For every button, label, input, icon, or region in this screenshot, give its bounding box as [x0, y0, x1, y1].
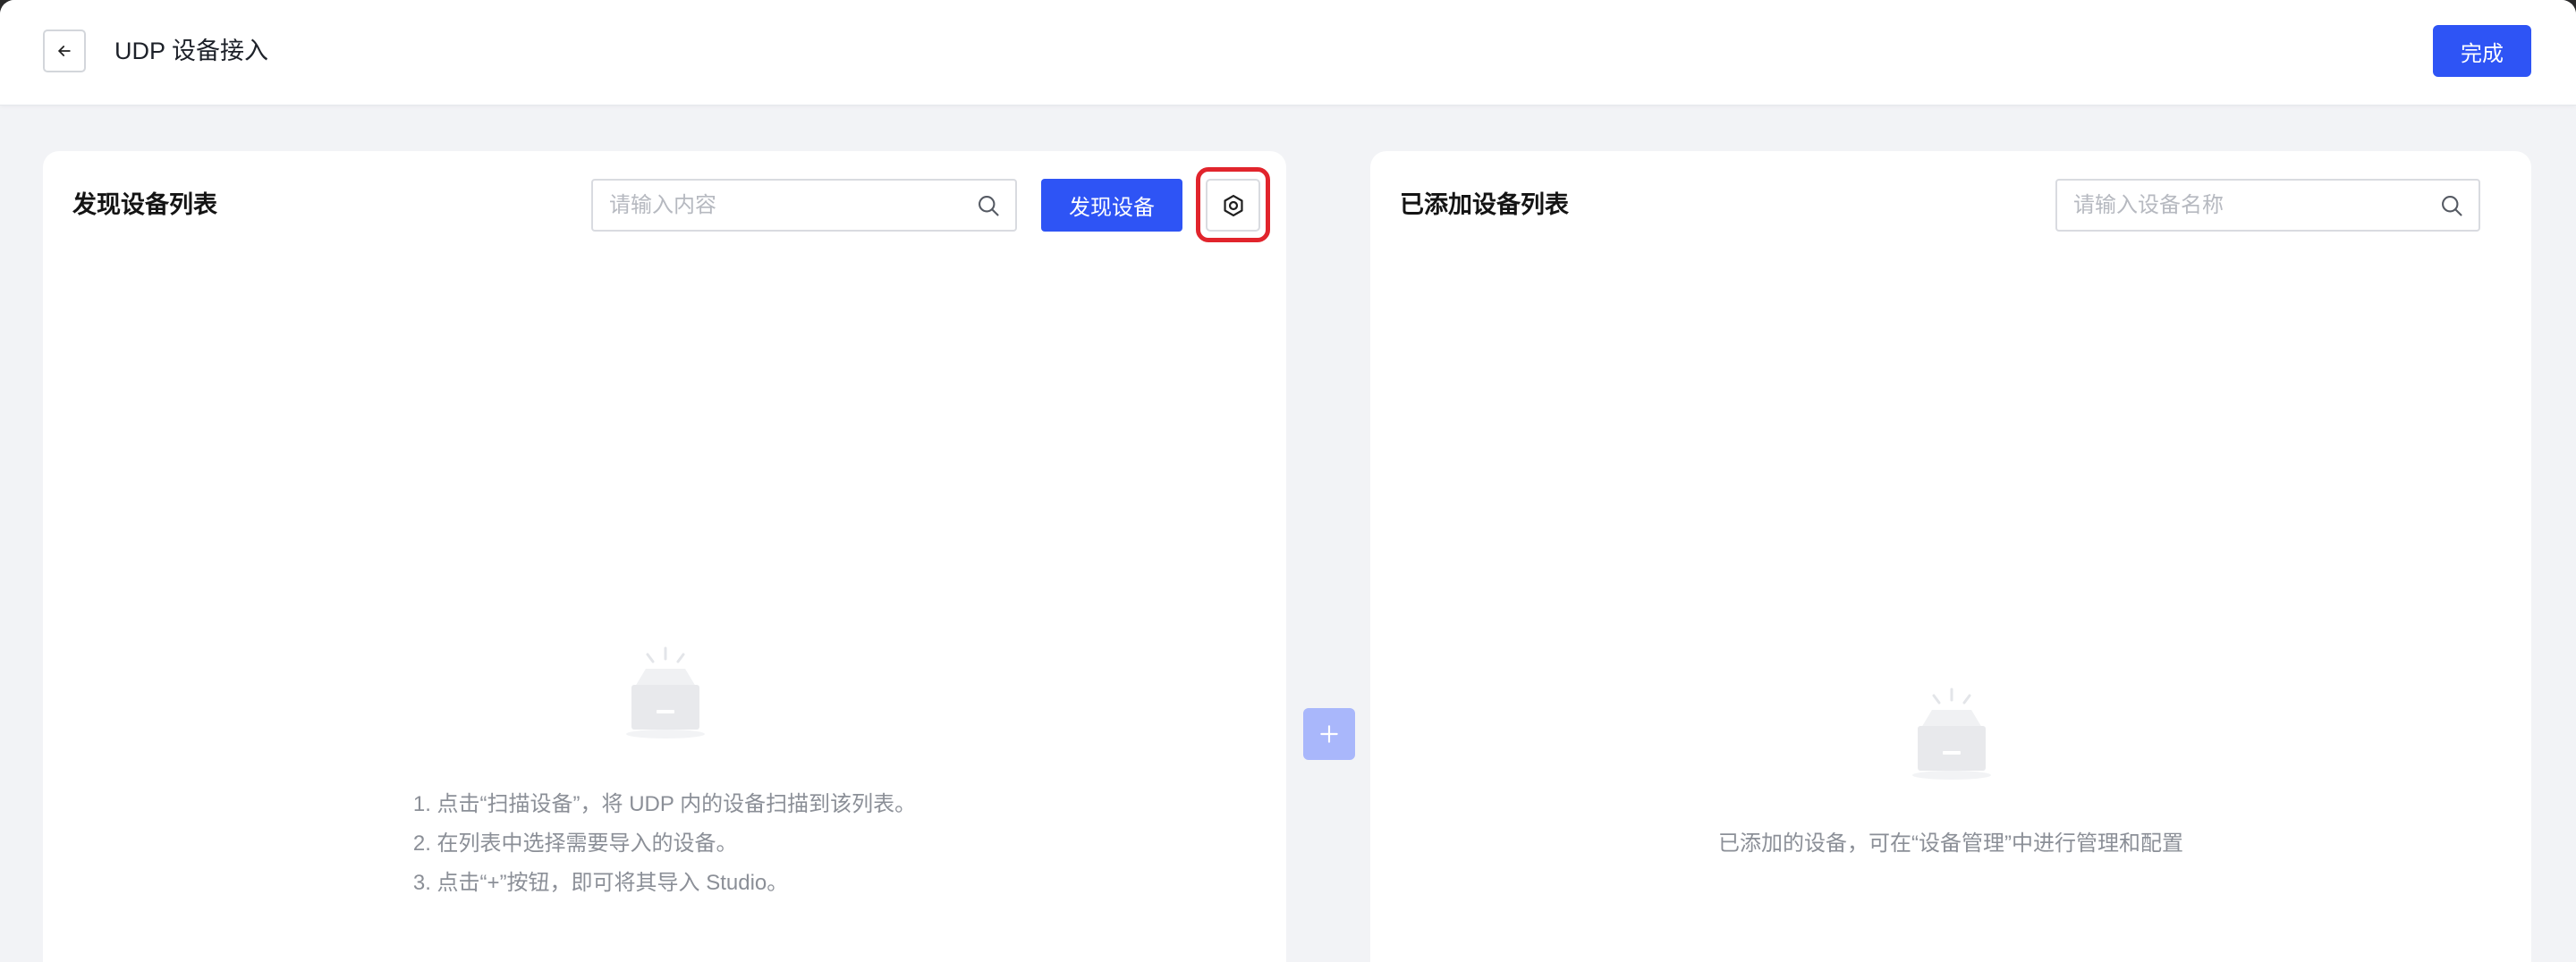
empty-box-icon	[626, 646, 705, 738]
header-bar: UDP 设备接入 完成	[0, 0, 2576, 105]
empty-state-instructions: 1. 点击“扫描设备”，将 UDP 内的设备扫描到该列表。 2. 在列表中选择需…	[43, 785, 1286, 903]
back-button[interactable]	[43, 30, 86, 72]
plus-icon	[1320, 725, 1338, 743]
settings-hexagon-icon	[1223, 194, 1243, 216]
discovered-search-box	[591, 179, 1017, 232]
arrow-left-icon	[58, 46, 71, 56]
page-title: UDP 设备接入	[114, 38, 269, 64]
added-empty-text: 已添加的设备，可在“设备管理”中进行管理和配置	[1718, 831, 2183, 856]
instruction-step-3: 3. 点击“+”按钮，即可将其导入 Studio。	[412, 871, 789, 895]
empty-box-icon	[1912, 688, 1991, 780]
discovered-devices-title: 发现设备列表	[72, 191, 217, 218]
done-button[interactable]: 完成	[2433, 25, 2531, 77]
added-devices-panel: 已添加设备列表 已添加的设备，可在“设备管理”中进行管理和配置	[1370, 151, 2531, 962]
search-icon[interactable]	[2439, 193, 2464, 218]
discovered-search-input[interactable]	[593, 181, 1015, 230]
instruction-step-2: 2. 在列表中选择需要导入的设备。	[412, 831, 738, 856]
add-to-list-button[interactable]	[1303, 708, 1355, 760]
discover-devices-button[interactable]: 发现设备	[1041, 179, 1182, 232]
added-search-box	[2055, 179, 2480, 232]
search-icon[interactable]	[976, 193, 1001, 218]
discovery-settings-button[interactable]	[1206, 179, 1260, 232]
discovered-devices-panel: 发现设备列表 发现设备	[43, 151, 1286, 962]
instruction-step-1: 1. 点击“扫描设备”，将 UDP 内的设备扫描到该列表。	[412, 792, 917, 816]
added-devices-title: 已添加设备列表	[1400, 191, 1569, 218]
app-window: UDP 设备接入 完成 发现设备列表 发现设备	[0, 0, 2576, 962]
added-search-input[interactable]	[2057, 181, 2479, 230]
